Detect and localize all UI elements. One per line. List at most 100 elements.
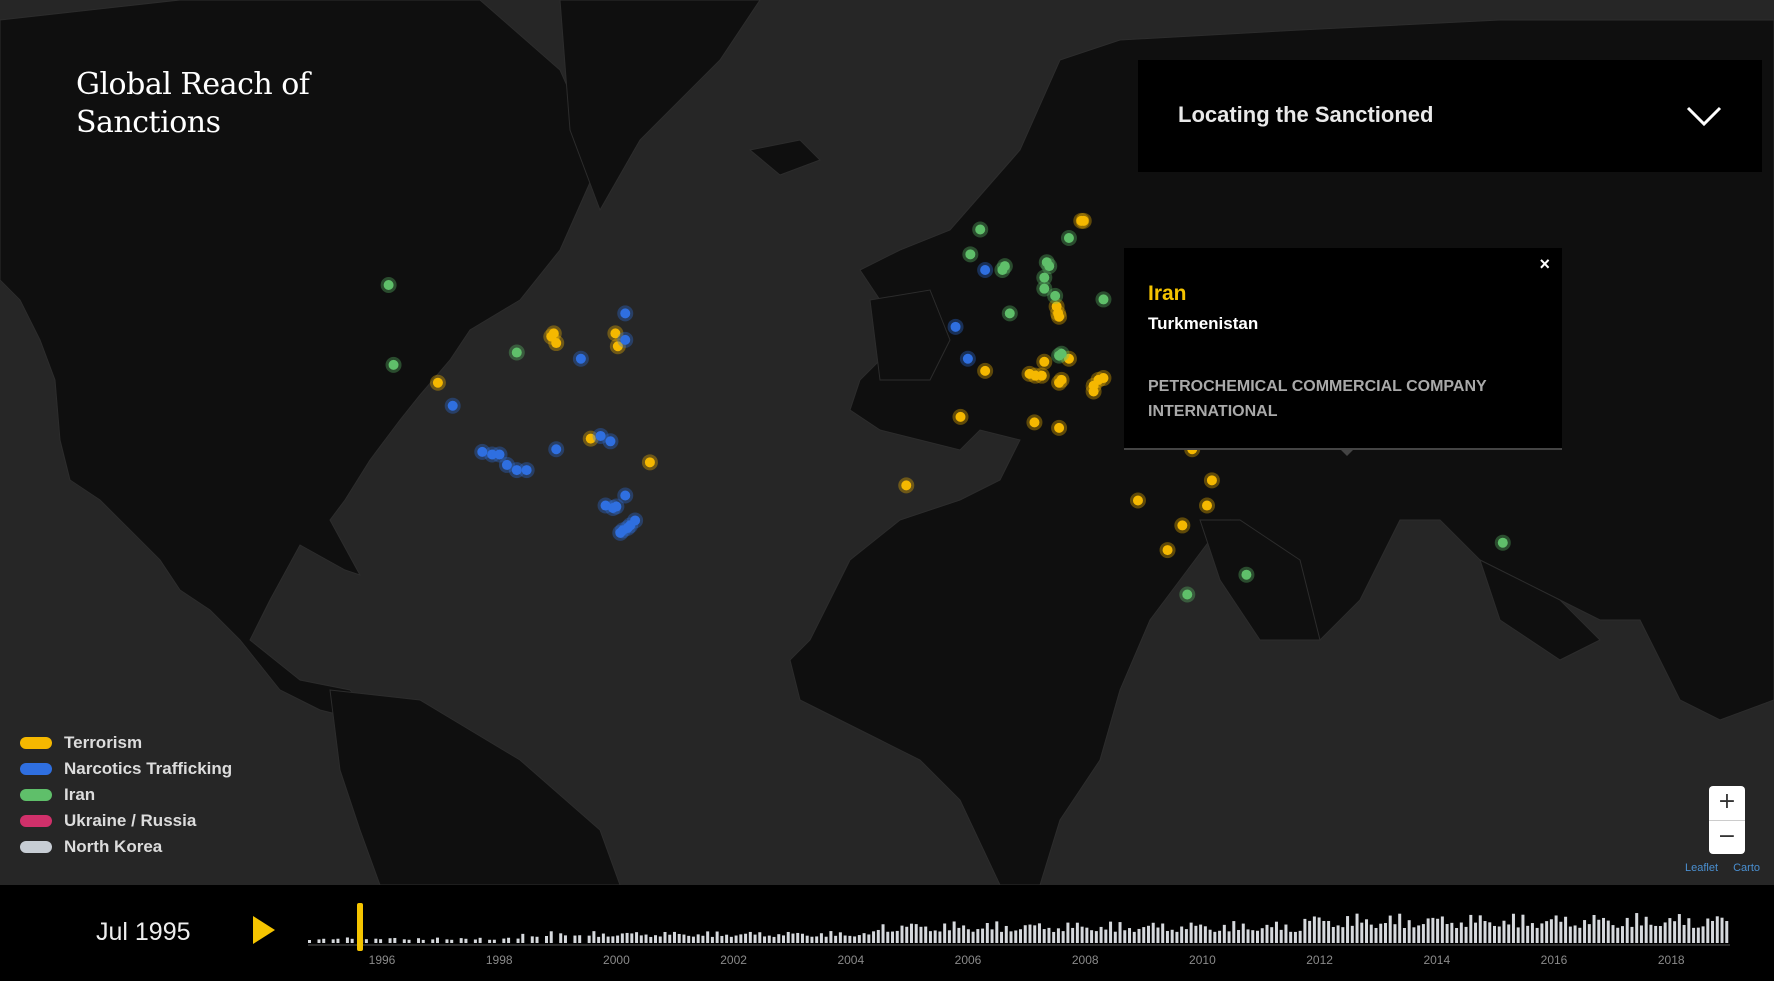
iran-marker[interactable] xyxy=(1098,294,1109,305)
timeline-bar-mark xyxy=(1028,924,1032,943)
terrorism-marker[interactable] xyxy=(1036,370,1047,381)
narcotics-marker[interactable] xyxy=(620,490,631,501)
carto-link[interactable]: Carto xyxy=(1733,862,1760,874)
timeline-bar-mark xyxy=(578,935,582,943)
timeline-bar-mark xyxy=(331,939,335,943)
timeline-bar-mark xyxy=(952,921,956,943)
iran-marker[interactable] xyxy=(1241,569,1252,580)
timeline-bar-mark xyxy=(985,922,989,943)
legend-item-north-korea[interactable]: North Korea xyxy=(20,834,232,860)
iran-marker[interactable] xyxy=(1063,232,1074,243)
timeline-bar-mark xyxy=(1208,929,1212,943)
terrorism-marker[interactable] xyxy=(1054,377,1065,388)
timeline-bar-mark xyxy=(1037,923,1041,943)
timeline-bar-mark xyxy=(1175,931,1179,943)
terrorism-marker[interactable] xyxy=(1201,500,1212,511)
terrorism-marker[interactable] xyxy=(1177,520,1188,531)
iran-marker[interactable] xyxy=(1050,290,1061,301)
terrorism-marker[interactable] xyxy=(901,480,912,491)
narcotics-marker[interactable] xyxy=(622,522,633,533)
timeline-bar-mark xyxy=(971,931,975,943)
iran-marker[interactable] xyxy=(1039,283,1050,294)
timeline-histogram[interactable]: 1996 1998 2000 2002 2004 2006 2008 2010 2012 2014… xyxy=(300,885,1740,981)
narcotics-marker[interactable] xyxy=(605,436,616,447)
timeline-bar-mark xyxy=(962,925,966,943)
narcotics-marker[interactable] xyxy=(980,264,991,275)
legend-item-ukraine-russia[interactable]: Ukraine / Russia xyxy=(20,808,232,834)
timeline-bar: Jul 1995 1996 1998 2000 2002 2004 2006 2008 201… xyxy=(0,885,1774,981)
terrorism-marker[interactable] xyxy=(1132,495,1143,506)
narcotics-marker[interactable] xyxy=(551,444,562,455)
iran-marker[interactable] xyxy=(511,347,522,358)
terrorism-marker[interactable] xyxy=(1162,545,1173,556)
zoom-out-button[interactable]: − xyxy=(1709,821,1745,854)
timeline-bar-mark xyxy=(625,932,629,943)
narcotics-marker[interactable] xyxy=(447,400,458,411)
timeline-bar-mark xyxy=(838,932,842,943)
timeline-bar-mark xyxy=(1592,914,1596,943)
timeline-bar-mark xyxy=(1606,920,1610,943)
zoom-in-button[interactable]: + xyxy=(1709,786,1745,821)
iran-marker[interactable] xyxy=(1497,537,1508,548)
timeline-bar-mark xyxy=(772,936,776,943)
year-tick-label: 2010 xyxy=(1189,953,1216,967)
terrorism-marker[interactable] xyxy=(551,338,562,349)
narcotics-marker[interactable] xyxy=(611,501,622,512)
iran-marker[interactable] xyxy=(1004,308,1015,319)
timeline-bar-mark xyxy=(672,931,676,943)
timeline-bar-mark xyxy=(905,926,909,943)
narcotics-marker[interactable] xyxy=(950,321,961,332)
narcotics-marker[interactable] xyxy=(620,334,631,345)
timeline-bar-mark xyxy=(819,933,823,943)
legend-swatch xyxy=(20,841,52,853)
terrorism-marker[interactable] xyxy=(1054,311,1065,322)
narcotics-marker[interactable] xyxy=(521,465,532,476)
story-dropdown[interactable]: Locating the Sanctioned xyxy=(1138,60,1762,172)
timeline-bar-mark xyxy=(1322,920,1326,943)
legend-item-narcotics[interactable]: Narcotics Trafficking xyxy=(20,756,232,782)
terrorism-marker[interactable] xyxy=(1206,475,1217,486)
iran-marker[interactable] xyxy=(388,359,399,370)
popup-close-button[interactable]: × xyxy=(1539,254,1550,275)
chevron-down-icon[interactable] xyxy=(1686,104,1722,128)
legend-item-iran[interactable]: Iran xyxy=(20,782,232,808)
timeline-bar-mark xyxy=(1213,931,1217,943)
timeline-bar-mark xyxy=(715,931,719,943)
narcotics-marker[interactable] xyxy=(620,308,631,319)
terrorism-marker[interactable] xyxy=(955,411,966,422)
iran-marker[interactable] xyxy=(975,224,986,235)
timeline-bar-mark xyxy=(1052,931,1056,943)
timeline-bar-mark xyxy=(388,938,392,943)
timeline-bar-mark xyxy=(1383,923,1387,943)
timeline-playhead[interactable] xyxy=(357,903,363,951)
iran-marker[interactable] xyxy=(1182,589,1193,600)
terrorism-marker[interactable] xyxy=(1054,422,1065,433)
timeline-bar-mark xyxy=(1047,927,1051,943)
iran-marker[interactable] xyxy=(965,249,976,260)
iran-marker[interactable] xyxy=(383,279,394,290)
legend-item-terrorism[interactable]: Terrorism xyxy=(20,730,232,756)
narcotics-marker[interactable] xyxy=(575,353,586,364)
timeline-bar-mark xyxy=(763,936,767,943)
timeline-bar-mark xyxy=(1540,923,1544,943)
iran-marker[interactable] xyxy=(1044,261,1055,272)
terrorism-marker[interactable] xyxy=(1088,386,1099,397)
play-icon[interactable] xyxy=(253,916,275,944)
timeline-bar-mark xyxy=(478,937,482,943)
timeline-bar-mark xyxy=(649,936,653,943)
terrorism-marker[interactable] xyxy=(432,377,443,388)
iran-marker[interactable] xyxy=(999,261,1010,272)
terrorism-marker[interactable] xyxy=(1078,215,1089,226)
timeline-bar-mark xyxy=(1090,930,1094,943)
timeline-bar-mark xyxy=(1478,915,1482,943)
terrorism-marker[interactable] xyxy=(980,365,991,376)
narcotics-marker[interactable] xyxy=(962,353,973,364)
terrorism-marker[interactable] xyxy=(644,457,655,468)
terrorism-marker[interactable] xyxy=(1029,417,1040,428)
leaflet-link[interactable]: Leaflet xyxy=(1685,862,1718,874)
iran-marker[interactable] xyxy=(1056,348,1067,359)
timeline-bar-mark xyxy=(1502,920,1506,943)
timeline-bar-mark xyxy=(1293,931,1297,943)
terrorism-marker[interactable] xyxy=(1039,356,1050,367)
timeline-bar-mark xyxy=(796,932,800,943)
